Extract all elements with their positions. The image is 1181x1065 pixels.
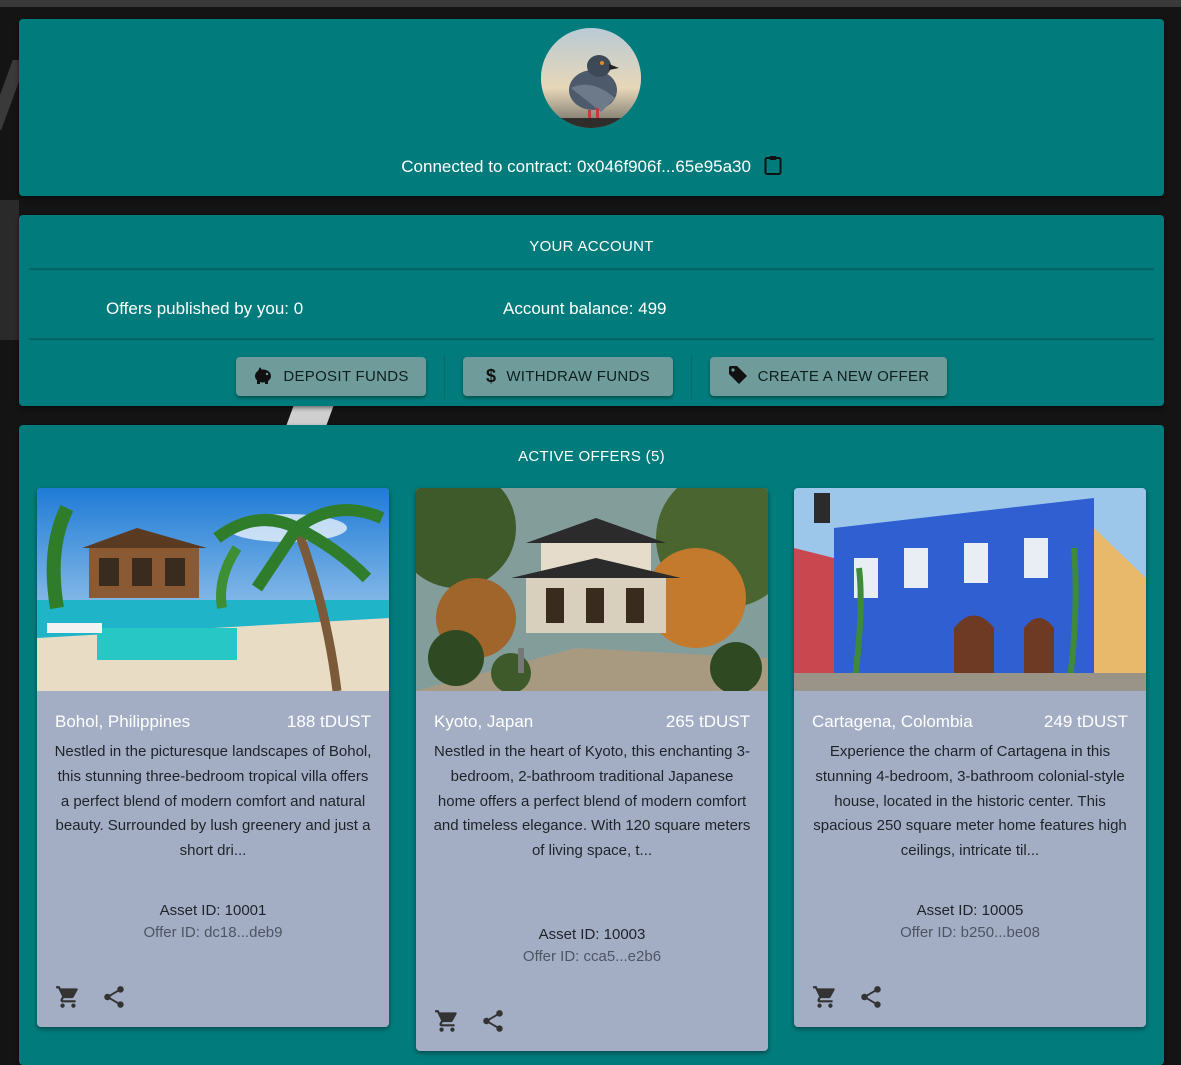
background-shape (286, 406, 334, 425)
account-title: YOUR ACCOUNT (529, 238, 654, 255)
divider (444, 355, 445, 399)
offer-card[interactable]: Cartagena, Colombia 249 tDUST Experience… (794, 488, 1146, 1027)
offer-price: 188 tDUST (286, 712, 371, 731)
piggy-bank-icon (253, 366, 273, 388)
contract-label: Connected to contract: 0x046f906f...65e9… (401, 157, 751, 176)
offer-id: Offer ID: b250...be08 (900, 924, 1040, 941)
avatar (541, 28, 641, 128)
offer-card[interactable]: Kyoto, Japan 265 tDUST Nestled in the he… (416, 488, 768, 1051)
offer-price: 265 tDUST (665, 712, 750, 731)
header-panel: Connected to contract: 0x046f906f...65e9… (19, 19, 1164, 196)
browser-top-bar (0, 0, 1181, 7)
offer-description: Experience the charm of Cartagena in thi… (813, 743, 1127, 860)
offer-id: Offer ID: dc18...deb9 (143, 924, 283, 941)
account-panel: YOUR ACCOUNT Offers published by you: 0 … (19, 215, 1164, 406)
offer-id: Offer ID: cca5...e2b6 (522, 948, 662, 965)
account-balance: Account balance: 499 (503, 299, 667, 318)
divider (29, 338, 1154, 339)
offer-location: Kyoto, Japan (434, 712, 534, 731)
shopping-cart-icon[interactable] (812, 984, 838, 1010)
tag-icon (728, 365, 748, 389)
withdraw-funds-button[interactable]: $ WITHDRAW FUNDS (463, 357, 673, 396)
contract-info: Connected to contract: 0x046f906f...65e9… (19, 155, 1164, 180)
offer-image (37, 488, 389, 692)
offer-price: 249 tDUST (1043, 712, 1128, 731)
offer-location: Cartagena, Colombia (812, 712, 973, 731)
offer-description: Nestled in the heart of Kyoto, this ench… (433, 743, 751, 860)
divider (29, 268, 1154, 269)
withdraw-funds-label: WITHDRAW FUNDS (506, 368, 650, 385)
offers-published-count: Offers published by you: 0 (106, 299, 304, 318)
create-offer-button[interactable]: CREATE A NEW OFFER (710, 357, 947, 396)
shopping-cart-icon[interactable] (55, 984, 81, 1010)
background-shape (0, 200, 19, 340)
offer-description: Nestled in the picturesque landscapes of… (54, 743, 372, 860)
divider (691, 355, 692, 399)
deposit-funds-button[interactable]: DEPOSIT FUNDS (236, 357, 426, 396)
offers-panel: ACTIVE OFFERS (5) Bohol, Philippines 188… (19, 425, 1164, 1065)
deposit-funds-label: DEPOSIT FUNDS (283, 368, 409, 385)
asset-id: Asset ID: 10003 (538, 926, 646, 943)
asset-id: Asset ID: 10005 (916, 902, 1024, 919)
share-icon[interactable] (101, 984, 127, 1010)
share-icon[interactable] (480, 1008, 506, 1034)
shopping-cart-icon[interactable] (434, 1008, 460, 1034)
offers-title: ACTIVE OFFERS (5) (518, 448, 665, 465)
offer-location: Bohol, Philippines (55, 712, 191, 731)
offer-image (416, 488, 768, 694)
dollar-icon: $ (486, 366, 497, 386)
offer-card[interactable]: Bohol, Philippines 188 tDUST Nestled in … (37, 488, 389, 1027)
asset-id: Asset ID: 10001 (159, 902, 267, 919)
offer-image (794, 488, 1146, 691)
create-offer-label: CREATE A NEW OFFER (757, 368, 930, 385)
share-icon[interactable] (858, 984, 884, 1010)
clipboard-icon[interactable] (764, 155, 782, 180)
